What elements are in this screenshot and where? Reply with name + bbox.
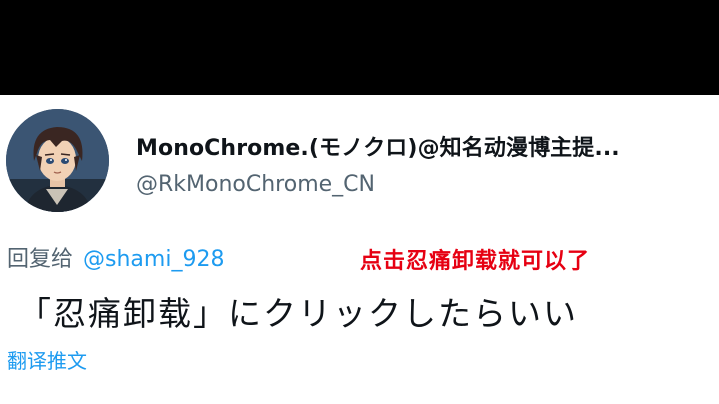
reply-context: 回复给 @shami_928: [7, 241, 224, 273]
avatar[interactable]: [6, 109, 109, 212]
video-frame: MonoChrome.(モノクロ)@知名动漫博主提... @RkMonoChro…: [0, 0, 719, 404]
video-caption-overlay: 点击忍痛卸载就可以了: [360, 249, 591, 274]
translate-tweet-link[interactable]: 翻译推文: [7, 345, 87, 374]
reply-prefix-label: 回复给: [7, 247, 74, 272]
tweet-text: 「忍痛卸载」にクリックしたらいい: [18, 294, 578, 333]
reply-mention-link[interactable]: @shami_928: [83, 247, 224, 272]
user-handle: @RkMonoChrome_CN: [136, 172, 375, 197]
tweet-card: MonoChrome.(モノクロ)@知名动漫博主提... @RkMonoChro…: [0, 95, 719, 404]
anime-character-avatar-icon: [6, 109, 109, 212]
display-name[interactable]: MonoChrome.(モノクロ)@知名动漫博主提...: [136, 130, 620, 162]
